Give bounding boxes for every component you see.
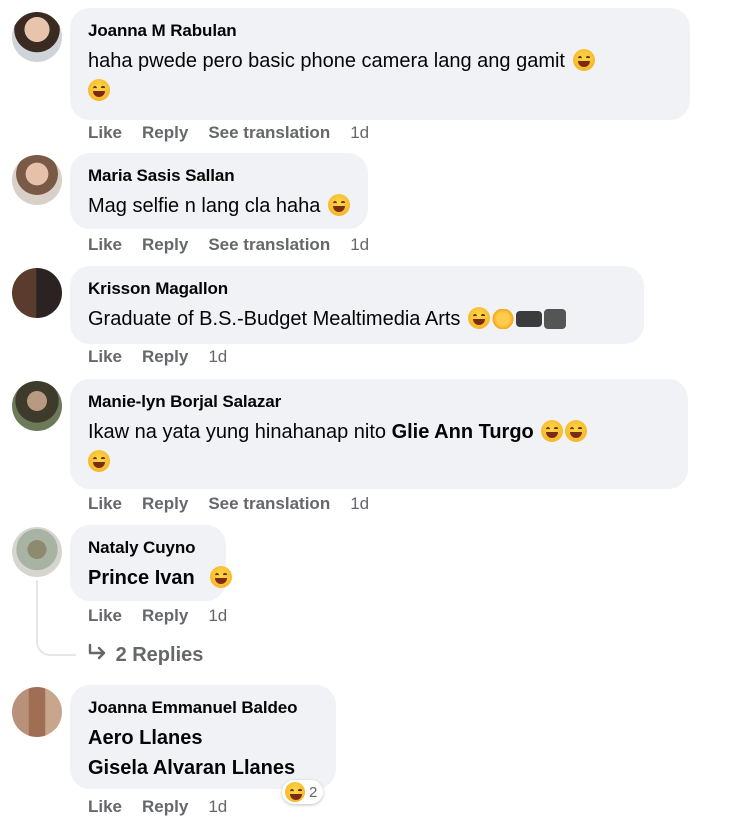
comment-text: Aero Llanes Gisela Alvaran Llanes <box>88 723 318 783</box>
clapping-hands-icon <box>491 309 514 329</box>
comment-actions: Like Reply 1d <box>88 797 247 817</box>
timestamp[interactable]: 1d <box>208 606 227 625</box>
comment-actions: Like Reply 1d <box>88 606 247 626</box>
avatar[interactable] <box>12 268 62 318</box>
commenter-name[interactable]: Krisson Magallon <box>88 278 626 300</box>
reply-button[interactable]: Reply <box>142 606 188 625</box>
commenter-name[interactable]: Joanna M Rabulan <box>88 20 672 42</box>
thread-connector <box>36 626 76 656</box>
laughing-emoji-icon <box>88 79 110 101</box>
timestamp[interactable]: 1d <box>208 797 227 816</box>
mention-link[interactable]: Gisela Alvaran Llanes <box>88 757 295 779</box>
comment-actions: Like Reply 1d <box>88 347 247 367</box>
laughing-emoji-icon <box>572 49 595 71</box>
like-button[interactable]: Like <box>88 797 122 816</box>
timestamp[interactable]: 1d <box>350 494 369 513</box>
avatar[interactable] <box>12 527 62 577</box>
like-button[interactable]: Like <box>88 235 122 254</box>
reply-button[interactable]: Reply <box>142 347 188 366</box>
like-button[interactable]: Like <box>88 606 122 625</box>
reply-button[interactable]: Reply <box>142 123 188 142</box>
comment-actions: Like Reply See translation 1d <box>88 494 389 514</box>
view-replies-button[interactable]: 2 Replies <box>88 643 203 667</box>
reply-button[interactable]: Reply <box>142 494 188 513</box>
reaction-count: 2 <box>309 783 318 801</box>
commenter-name[interactable]: Nataly Cuyno <box>88 537 208 559</box>
laughing-emoji-icon <box>327 194 350 216</box>
like-button[interactable]: Like <box>88 123 122 142</box>
commenter-name[interactable]: Manie-lyn Borjal Salazar <box>88 391 670 413</box>
comment-text: Graduate of B.S.-Budget Mealtimedia Arts <box>88 304 626 334</box>
timestamp[interactable]: 1d <box>350 235 369 254</box>
see-translation-button[interactable]: See translation <box>208 123 330 142</box>
commenter-name[interactable]: Joanna Emmanuel Baldeo <box>88 697 318 719</box>
rofl-emoji-icon <box>565 420 588 442</box>
camera-icon <box>515 311 542 327</box>
movie-camera-icon <box>543 309 566 329</box>
mention-link[interactable]: Aero Llanes <box>88 727 202 749</box>
like-button[interactable]: Like <box>88 494 122 513</box>
comment-text: haha pwede pero basic phone camera lang … <box>88 46 672 106</box>
reaction-badge[interactable]: 2 <box>282 780 324 804</box>
comment-actions: Like Reply See translation 1d <box>88 123 389 143</box>
comment-text: Prince Ivan <box>88 563 233 593</box>
like-button[interactable]: Like <box>88 347 122 366</box>
comment-bubble: Nataly Cuyno Prince Ivan <box>70 525 233 601</box>
comment-bubble: Krisson Magallon Graduate of B.S.-Budget… <box>70 266 644 344</box>
avatar[interactable] <box>12 381 62 431</box>
rofl-emoji-icon <box>88 450 110 472</box>
mention-link[interactable]: Prince Ivan <box>88 567 195 589</box>
see-translation-button[interactable]: See translation <box>208 235 330 254</box>
rofl-emoji-icon <box>541 420 564 442</box>
commenter-name[interactable]: Maria Sasis Sallan <box>88 165 350 187</box>
avatar[interactable] <box>12 155 62 205</box>
timestamp[interactable]: 1d <box>350 123 369 142</box>
comment-bubble: Joanna M Rabulan haha pwede pero basic p… <box>70 8 690 120</box>
thread-line <box>36 580 38 626</box>
avatar[interactable] <box>12 687 62 737</box>
reply-button[interactable]: Reply <box>142 235 188 254</box>
see-translation-button[interactable]: See translation <box>208 494 330 513</box>
comment-bubble: Maria Sasis Sallan Mag selfie n lang cla… <box>70 153 368 229</box>
reply-arrow-icon <box>88 643 110 667</box>
comment-text: Ikaw na yata yung hinahanap nito Glie An… <box>88 417 670 477</box>
reply-button[interactable]: Reply <box>142 797 188 816</box>
mention-link[interactable]: Glie Ann Turgo <box>392 421 534 443</box>
replies-label: 2 Replies <box>115 644 204 666</box>
comment-bubble: Joanna Emmanuel Baldeo Aero Llanes Gisel… <box>70 685 336 789</box>
laughing-emoji-icon <box>285 782 305 802</box>
avatar[interactable] <box>12 12 62 62</box>
grinning-sweat-emoji-icon <box>467 307 490 329</box>
comment-text: Mag selfie n lang cla haha <box>88 191 350 221</box>
timestamp[interactable]: 1d <box>208 347 227 366</box>
comment-actions: Like Reply See translation 1d <box>88 235 389 255</box>
comment-bubble: Manie-lyn Borjal Salazar Ikaw na yata yu… <box>70 379 688 489</box>
laughing-emoji-icon <box>210 566 233 588</box>
